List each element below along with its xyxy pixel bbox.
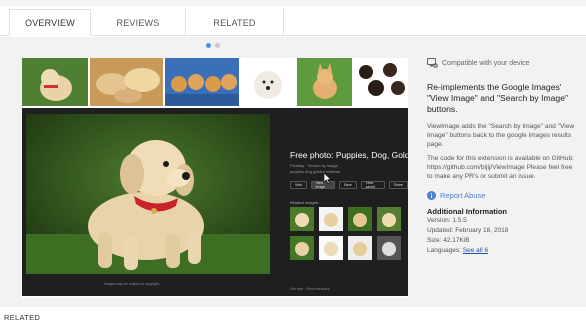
- description-title: Re-implements the Google Images' "View I…: [427, 82, 569, 114]
- info-icon: [427, 190, 436, 200]
- description-paragraph-2: The code for this extension is available…: [427, 155, 574, 180]
- tab-reviews[interactable]: REVIEWS: [91, 9, 186, 36]
- related-puppy-image: [319, 207, 343, 231]
- related-image-3[interactable]: [348, 207, 372, 231]
- image-viewer-panel: Images may be subject to copyright. Free…: [22, 108, 408, 296]
- carousel-dot-1[interactable]: [206, 43, 211, 48]
- size-row: Size: 42.17KiB: [427, 236, 577, 246]
- related-puppy-image: [348, 236, 372, 260]
- viewer-button-row: Visit View image Save View saved Share: [290, 181, 408, 189]
- tab-related[interactable]: RELATED: [186, 9, 284, 36]
- see-all-languages-link[interactable]: See all 6: [463, 247, 488, 254]
- viewer-footer: Get help · Send feedback: [290, 287, 330, 291]
- related-puppy-image: [377, 236, 401, 260]
- result-thumb-5: [296, 58, 353, 106]
- updated-row: Updated: February 18, 2018: [427, 226, 577, 236]
- carousel-dot-2[interactable]: [215, 43, 220, 48]
- top-strip: [0, 0, 586, 6]
- image-info-subtitle: Pixabay · Search by image puppies dog go…: [290, 163, 341, 175]
- related-puppy-image: [290, 236, 314, 260]
- result-thumb-3: [165, 58, 239, 106]
- related-image-6[interactable]: [319, 236, 343, 260]
- tab-overview[interactable]: OVERVIEW: [9, 9, 91, 36]
- size-label: Size:: [427, 236, 442, 244]
- result-thumb-6: [354, 58, 408, 106]
- tab-bar: OVERVIEW REVIEWS RELATED: [0, 9, 586, 36]
- golden-retriever-puppy-image: [26, 114, 270, 274]
- puppies-basket-image: [89, 58, 164, 106]
- chrome-web-store-page: OVERVIEW REVIEWS RELATED Images may be s…: [0, 0, 586, 325]
- updated-value: February 18, 2018: [455, 226, 509, 234]
- white-puppy-image: [240, 58, 295, 106]
- mouse-cursor-icon: [324, 173, 332, 184]
- visit-button[interactable]: Visit: [290, 181, 307, 189]
- compatibility-indicator: Compatible with your device: [427, 58, 577, 68]
- version-row: Version: 1.5.5: [427, 216, 577, 226]
- device-compatible-icon: [427, 58, 438, 68]
- image-info-title: Free photo: Puppies, Dog, Golden Retr...: [290, 150, 408, 160]
- version-label: Version:: [427, 216, 451, 224]
- languages-label: Languages:: [427, 246, 461, 254]
- image-results-row: [22, 58, 408, 106]
- size-value: 42.17KiB: [443, 236, 470, 244]
- result-thumb-1: [22, 58, 88, 106]
- related-puppy-image: [319, 236, 343, 260]
- description-paragraph-1: ViewImage adds the "Search by Image" and…: [427, 123, 575, 148]
- version-value: 1.5.5: [452, 216, 467, 224]
- updated-label: Updated:: [427, 226, 454, 234]
- related-image-7[interactable]: [348, 236, 372, 260]
- extension-info-sidebar: Compatible with your device Re-implement…: [427, 58, 577, 256]
- black-puppies-image: [354, 58, 408, 106]
- corgi-grass-image: [296, 58, 353, 106]
- related-image-8[interactable]: [377, 236, 401, 260]
- image-tags: puppies dog golden retriever: [290, 169, 341, 174]
- related-section-heading: RELATED: [4, 313, 41, 322]
- result-thumb-2: [89, 58, 164, 106]
- extension-screenshot: Images may be subject to copyright. Free…: [22, 58, 408, 298]
- related-puppy-image: [290, 207, 314, 231]
- related-images-label: Related images:: [290, 200, 319, 205]
- related-images-grid: [290, 207, 402, 260]
- related-image-4[interactable]: [377, 207, 401, 231]
- languages-row: Languages: See all 6: [427, 246, 577, 256]
- report-abuse-label[interactable]: Report Abuse: [440, 191, 485, 200]
- related-image-1[interactable]: [290, 207, 314, 231]
- related-image-5[interactable]: [290, 236, 314, 260]
- corgi-puppies-image: [165, 58, 239, 106]
- save-button[interactable]: Save: [338, 181, 357, 189]
- carousel-dots: [206, 43, 220, 48]
- report-abuse-link[interactable]: Report Abuse: [427, 190, 577, 200]
- related-puppy-image: [348, 207, 372, 231]
- result-thumb-4: [240, 58, 295, 106]
- puppy-thumb-image: [22, 58, 88, 106]
- image-caption: Images may be subject to copyright.: [104, 282, 161, 286]
- additional-info-heading: Additional Information: [427, 206, 507, 216]
- related-puppy-image: [377, 207, 401, 231]
- share-button[interactable]: Share: [388, 181, 408, 189]
- viewer-main-image[interactable]: [26, 114, 270, 274]
- related-image-2[interactable]: [319, 207, 343, 231]
- compat-text: Compatible with your device: [442, 59, 530, 67]
- view-saved-button[interactable]: View saved: [360, 181, 385, 189]
